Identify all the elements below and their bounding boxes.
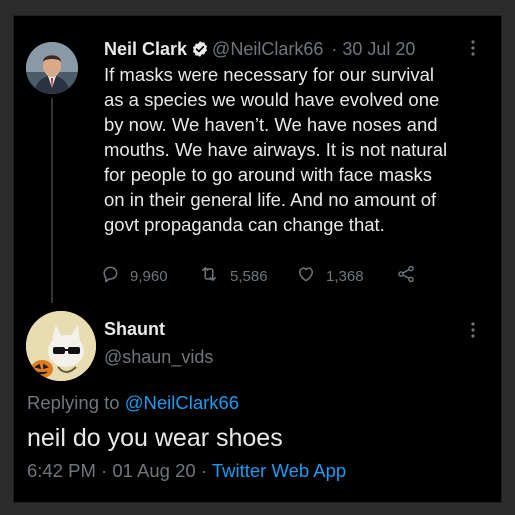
verified-badge-icon [191, 40, 209, 63]
avatar[interactable] [26, 42, 78, 94]
display-name[interactable]: Shaunt [104, 319, 165, 340]
like-count: 1,368 [326, 267, 364, 285]
tweet-text-line: If masks were necessary for our survival [104, 64, 435, 85]
tweet-text-line: for people to go around with face masks [104, 164, 433, 185]
like-button[interactable]: 1,368 [296, 264, 364, 288]
tweet-meta: 6:42 PM · 01 Aug 20 · Twitter Web App [27, 460, 346, 482]
retweet-button[interactable]: 5,586 [198, 264, 268, 288]
heart-icon [296, 264, 326, 288]
display-name[interactable]: Neil Clark [104, 39, 187, 59]
reply-icon [100, 264, 130, 288]
avatar[interactable] [26, 311, 96, 381]
replying-to: Replying to @NeilClark66 [27, 392, 239, 414]
meta-separator: · [200, 460, 208, 481]
retweet-icon [198, 264, 230, 288]
tweet-text-line: as a species we would have evolved one [104, 89, 440, 110]
tweet-source-link[interactable]: Twitter Web App [212, 460, 346, 481]
share-icon [396, 264, 426, 288]
replying-to-link[interactable]: @NeilClark66 [125, 392, 239, 413]
tweet-text-line: govt propaganda can change that. [104, 214, 385, 235]
tweet-date[interactable]: 01 Aug 20 [112, 460, 195, 481]
tweet-text-line: by now. We haven’t. We have noses and [104, 114, 438, 135]
meta-separator: · [331, 39, 338, 59]
tweet-text: If masks were necessary for our survival… [104, 62, 489, 237]
thread-connector-line [51, 98, 53, 303]
handle[interactable]: @NeilClark66 [212, 39, 323, 59]
meta-separator: · [101, 460, 108, 481]
tweet-text-line: mouths. We have airways. It is not natur… [104, 139, 448, 160]
replying-to-label: Replying to [27, 392, 120, 413]
more-options-icon[interactable] [463, 318, 483, 342]
handle[interactable]: @shaun_vids [104, 347, 213, 368]
more-options-icon[interactable] [463, 36, 483, 60]
tweet-header: Neil Clark @NeilClark66 · 30 Jul 20 [104, 39, 415, 61]
tweet-time[interactable]: 6:42 PM [27, 460, 96, 481]
share-button[interactable] [396, 264, 426, 288]
reply-count: 9,960 [130, 267, 168, 285]
tweet-text-line: on in their general life. And no amount … [104, 189, 437, 210]
retweet-count: 5,586 [230, 267, 268, 285]
reply-button[interactable]: 9,960 [100, 264, 168, 288]
reply-text: neil do you wear shoes [27, 424, 283, 452]
tweet-date[interactable]: 30 Jul 20 [342, 39, 415, 59]
